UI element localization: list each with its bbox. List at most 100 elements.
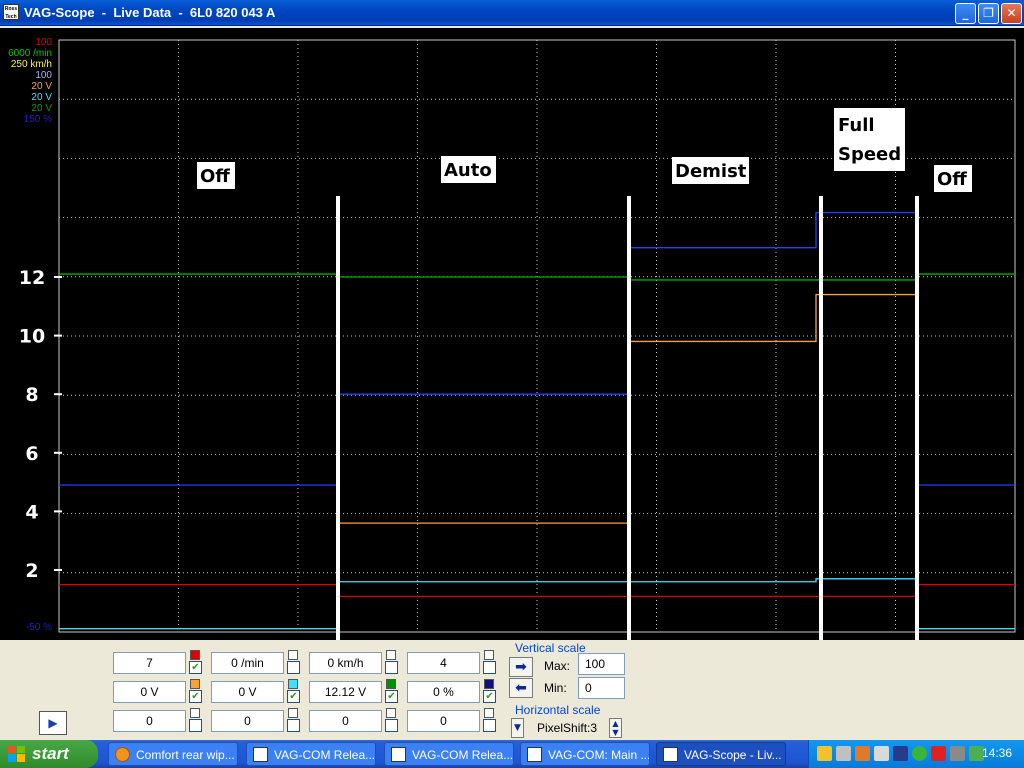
security-shield-icon[interactable] <box>817 746 832 761</box>
channel-checkbox[interactable] <box>483 719 496 732</box>
channel-value: 0 /min <box>211 652 284 674</box>
svg-text:Off: Off <box>200 166 230 187</box>
min-input[interactable]: 0 <box>578 677 625 699</box>
y-tick-label: 2 <box>25 560 38 582</box>
channel-scale-label: 100 <box>35 37 52 48</box>
channel-checkbox[interactable]: ✔ <box>189 661 202 674</box>
scale-down-button[interactable]: ⬅ <box>509 678 533 698</box>
taskbar-button[interactable]: VAG-COM: Main ... <box>520 742 650 766</box>
channel-value: 0 <box>211 710 284 732</box>
max-label: Max: <box>544 659 571 673</box>
min-label: Min: <box>544 681 567 695</box>
y-tick-label: 4 <box>25 501 38 523</box>
channel-scale-label: 20 V <box>31 92 52 103</box>
hscale-down-icon[interactable]: ▼ <box>511 718 524 738</box>
y-tick-label: 12 <box>19 267 45 289</box>
channel-scale-label: 250 km/h <box>11 59 52 70</box>
scale-up-button[interactable]: ➡ <box>509 657 533 677</box>
channel-checkbox[interactable] <box>385 661 398 674</box>
app-tray-icon[interactable] <box>855 746 870 761</box>
channel-color-swatch[interactable] <box>386 650 396 660</box>
play-button[interactable]: ▶ <box>39 711 67 735</box>
channel-checkbox[interactable]: ✔ <box>385 690 398 703</box>
channel-checkbox[interactable] <box>189 719 202 732</box>
channel-color-swatch[interactable] <box>190 650 200 660</box>
vertical-scale-label: Vertical scale <box>515 641 586 655</box>
series-line <box>59 578 1015 630</box>
max-input[interactable]: 100 <box>578 653 625 675</box>
channel-scale-label: 20 V <box>31 81 52 92</box>
channel-color-swatch[interactable] <box>386 708 396 718</box>
channel-value: 0 <box>113 710 186 732</box>
taskbar-button[interactable]: VAG-Scope - Liv... <box>656 742 786 766</box>
taskbar-button[interactable]: VAG-COM Relea... <box>246 742 376 766</box>
clock: 14:36 <box>981 746 1012 760</box>
device-icon[interactable] <box>874 746 889 761</box>
annotation-label: Full Speed <box>834 108 905 171</box>
taskbar-button-label: Comfort rear wip... <box>136 748 235 762</box>
windows-logo-icon <box>8 746 25 762</box>
taskbar-button[interactable]: VAG-COM Relea... <box>384 742 514 766</box>
maximize-button[interactable]: ❐ <box>978 3 999 24</box>
vag-scope-window: Ross Tech VAG-Scope - Live Data - 6L0 82… <box>0 0 1024 740</box>
taskbar: start Comfort rear wip... VAG-COM Relea..… <box>0 740 1024 768</box>
channel-color-swatch[interactable] <box>190 708 200 718</box>
channel-checkbox[interactable] <box>287 719 300 732</box>
channel-checkbox[interactable]: ✔ <box>189 690 202 703</box>
channel-checkbox[interactable] <box>385 719 398 732</box>
channel-color-swatch[interactable] <box>190 679 200 689</box>
channel-checkbox[interactable] <box>287 661 300 674</box>
taskbar-button-label: VAG-COM Relea... <box>274 748 376 762</box>
start-button[interactable]: start <box>0 740 98 768</box>
svg-text:Off: Off <box>937 169 967 190</box>
rosstech-icon <box>663 747 678 762</box>
channel-color-swatch[interactable] <box>288 679 298 689</box>
channel-color-swatch[interactable] <box>484 650 494 660</box>
channel-value: 0 <box>309 710 382 732</box>
taskbar-button[interactable]: Comfort rear wip... <box>108 742 238 766</box>
y-tick-label: 8 <box>25 384 38 406</box>
antivirus-icon[interactable] <box>931 746 946 761</box>
annotation-label: Auto <box>441 156 496 183</box>
channel-scale-label: 6000 /min <box>8 48 52 59</box>
annotation-label: Off <box>197 162 235 189</box>
series-line <box>59 584 1015 598</box>
scope-graph-area: 100 6000 /min 250 km/h 100 20 V 20 V 20 V 150 %… <box>0 28 1024 640</box>
channel-color-swatch[interactable] <box>288 650 298 660</box>
channel-value: 0 V <box>211 681 284 703</box>
svg-text:Speed: Speed <box>838 144 901 165</box>
channel-value: 0 km/h <box>309 652 382 674</box>
channel-color-swatch[interactable] <box>386 679 396 689</box>
network-icon[interactable] <box>836 746 851 761</box>
close-button[interactable]: ✕ <box>1001 3 1022 24</box>
channel-checkbox[interactable]: ✔ <box>287 690 300 703</box>
channel-scale-label: 20 V <box>31 103 52 114</box>
y-tick-label: 6 <box>25 443 38 465</box>
horizontal-scale-label: Horizontal scale <box>515 703 601 717</box>
rosstech-icon <box>253 747 268 762</box>
scope-chart: 1006000 /min250 km/h10020 V20 V20 V150 %… <box>8 37 1016 640</box>
channel-value: 7 <box>113 652 186 674</box>
channel-value: 0 V <box>113 681 186 703</box>
minimize-button[interactable]: _ <box>955 3 976 24</box>
hscale-updown-icon[interactable]: ▲ ▼ <box>609 718 622 738</box>
channel-checkbox[interactable]: ✔ <box>483 690 496 703</box>
hscale-value: PixelShift:3 <box>537 721 598 735</box>
volume-icon[interactable] <box>950 746 965 761</box>
channel-color-swatch[interactable] <box>484 679 494 689</box>
channel-scale-label: 150 % <box>24 114 52 125</box>
wireless-icon[interactable] <box>912 746 927 761</box>
channel-color-swatch[interactable] <box>484 708 494 718</box>
annotation-label: Demist <box>672 157 749 184</box>
window-title: VAG-Scope - Live Data - 6L0 820 043 A <box>24 5 276 20</box>
channel-color-swatch[interactable] <box>288 708 298 718</box>
display-icon[interactable] <box>893 746 908 761</box>
taskbar-button-label: VAG-COM: Main ... <box>548 748 650 762</box>
firefox-icon <box>115 747 130 762</box>
channel-checkbox[interactable] <box>483 661 496 674</box>
rosstech-app-icon[interactable]: Ross Tech <box>3 4 19 20</box>
taskbar-button-label: VAG-Scope - Liv... <box>684 748 782 762</box>
taskbar-button-label: VAG-COM Relea... <box>412 748 514 762</box>
start-label: start <box>32 744 69 763</box>
title-bar[interactable]: Ross Tech VAG-Scope - Live Data - 6L0 82… <box>0 0 1024 26</box>
